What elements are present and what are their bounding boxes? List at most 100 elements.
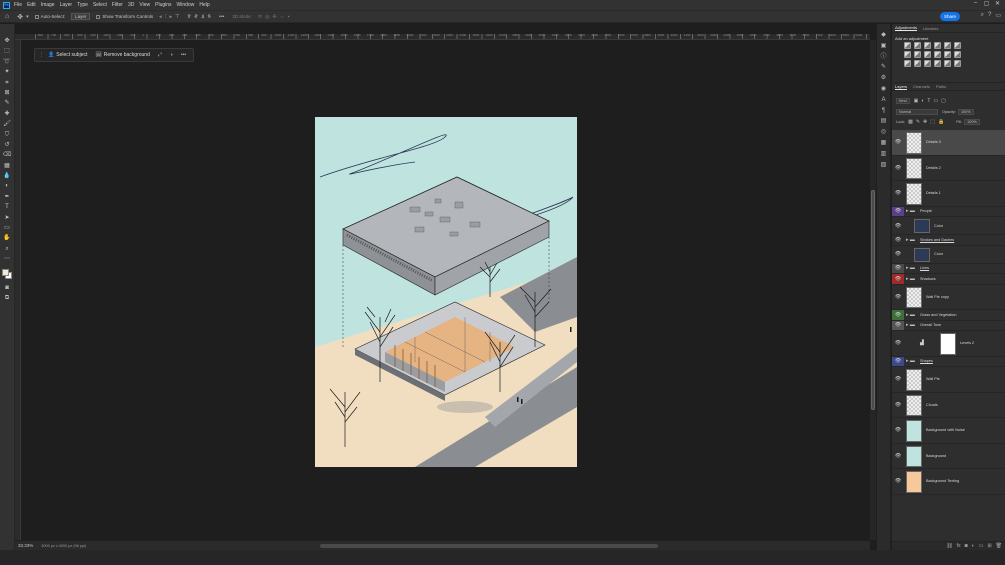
fill-field[interactable]: 100% [964, 118, 980, 125]
drag-3d-icon[interactable]: ✣ [272, 14, 276, 20]
distribute-middle-icon[interactable]: ⥯ [194, 14, 198, 20]
rectangle-tool-icon[interactable]: ▭ [2, 223, 12, 233]
layer-row[interactable]: 👁 Background [892, 444, 1005, 469]
lock-transparent-icon[interactable]: ▩ [908, 119, 913, 125]
visibility-eye-icon[interactable]: 👁 [892, 310, 904, 320]
filter-type-icon[interactable]: T [927, 98, 930, 104]
horizontal-scrollbar[interactable] [320, 544, 658, 548]
levels-icon[interactable] [914, 42, 921, 49]
filter-shape-icon[interactable]: ▭ [933, 98, 938, 104]
visibility-eye-icon[interactable]: 👁 [892, 181, 904, 206]
layer-row[interactable]: 👁 Details 3 [892, 130, 1005, 156]
auto-select-checkbox[interactable] [34, 14, 39, 19]
dodge-tool-icon[interactable]: ◐ [2, 181, 12, 191]
link-layers-icon[interactable]: ⛓ [946, 543, 952, 549]
maximize-icon[interactable]: ▢ [981, 0, 992, 7]
auto-select-dropdown[interactable]: Layer [71, 13, 91, 20]
menu-plugins[interactable]: Plugins [155, 2, 171, 8]
solid-color-icon[interactable] [944, 60, 951, 67]
layer-row[interactable]: 👁 Details 2 [892, 156, 1005, 181]
align-center-icon[interactable]: ⫶ [165, 14, 166, 20]
search-icon[interactable]: ⌕ [981, 12, 984, 19]
quick-mask-icon[interactable]: ◙ [2, 283, 12, 293]
align-top-icon[interactable]: ⊤ [175, 14, 179, 20]
visibility-eye-icon[interactable]: 👁 [892, 331, 904, 356]
filter-smart-icon[interactable]: ▢ [941, 98, 946, 104]
document-canvas[interactable] [315, 117, 577, 467]
slide-3d-icon[interactable]: ⇔ [280, 14, 285, 20]
layer-row[interactable]: 👁 Wall Pie [892, 367, 1005, 393]
type-tool-icon[interactable]: T [2, 202, 12, 212]
layers-comp-icon[interactable]: ▥ [881, 149, 887, 160]
pattern-icon[interactable] [954, 60, 961, 67]
layer-row[interactable]: 👁 ▸ ▬ People [892, 206, 1005, 217]
layer-row[interactable]: 👁 ▸ ▬ Strokes and Dashes [892, 235, 1005, 246]
menu-help[interactable]: Help [199, 2, 209, 8]
menu-filter[interactable]: Filter [112, 2, 123, 8]
add-mask-icon[interactable]: ◙ [965, 543, 968, 549]
layer-row[interactable]: 👁 Background Texting [892, 469, 1005, 495]
swatches-icon[interactable]: ▦ [881, 138, 887, 149]
blur-tool-icon[interactable]: 💧 [2, 171, 12, 181]
bw-icon[interactable] [914, 51, 921, 58]
photo-filter-icon[interactable] [924, 51, 931, 58]
paragraph-icon[interactable]: ¶ [882, 106, 885, 117]
visibility-eye-icon[interactable]: 👁 [892, 320, 904, 330]
visibility-eye-icon[interactable]: 👁 [892, 130, 904, 155]
visibility-eye-icon[interactable]: 👁 [892, 367, 904, 392]
character-icon[interactable]: A [881, 95, 885, 106]
remove-background-button[interactable]: 🖼 Remove background [95, 52, 150, 58]
threshold-icon[interactable] [914, 60, 921, 67]
chevron-down-icon[interactable]: ▾ [26, 14, 29, 20]
visibility-eye-icon[interactable]: 👁 [892, 263, 904, 273]
eyedropper-tool-icon[interactable]: ✎ [2, 98, 12, 108]
menu-select[interactable]: Select [93, 2, 107, 8]
path-selection-tool-icon[interactable]: ➤ [2, 213, 12, 223]
scroll-thumb[interactable] [871, 190, 875, 410]
color-balance-icon[interactable] [904, 51, 911, 58]
layer-row[interactable]: 👁 Wall Pie copy [892, 285, 1005, 310]
glyphs-icon[interactable]: ▤ [881, 116, 887, 127]
layer-row[interactable]: 👁 Color [892, 217, 1005, 235]
clone-stamp-tool-icon[interactable]: ⛉ [2, 130, 12, 140]
delete-layer-icon[interactable]: 🗑 [996, 543, 1002, 549]
curves-icon[interactable] [924, 42, 931, 49]
layer-row[interactable]: 👁 ▸ ▬ Shadows [892, 274, 1005, 285]
crop-tool-icon[interactable]: ⌗ [2, 78, 12, 88]
transform-controls-checkbox[interactable] [96, 14, 101, 19]
distribute-horizontal-icon[interactable]: ⥮ [207, 14, 211, 20]
gradient-map-icon[interactable] [924, 60, 931, 67]
visibility-eye-icon[interactable]: 👁 [892, 217, 904, 234]
info-icon[interactable]: ⓘ [880, 52, 886, 63]
layer-row[interactable]: 👁 Background with Noise [892, 418, 1005, 444]
vertical-scrollbar[interactable] [870, 40, 876, 540]
color-panel-icon[interactable]: ◆ [881, 30, 886, 41]
hand-tool-icon[interactable]: ✋ [2, 233, 12, 243]
visibility-eye-icon[interactable]: 👁 [892, 418, 904, 443]
lock-all-icon[interactable]: 🔒 [938, 119, 944, 125]
visibility-eye-icon[interactable]: 👁 [892, 393, 904, 418]
foreground-color-swatch[interactable] [2, 268, 9, 276]
posterize-icon[interactable] [904, 60, 911, 67]
screen-mode-icon[interactable]: ⧉ [2, 293, 12, 303]
invert-icon[interactable] [954, 51, 961, 58]
tab-paths[interactable]: Paths [936, 84, 946, 89]
move-tool-icon[interactable]: ✥ [2, 36, 12, 46]
lock-pixels-icon[interactable]: ✎ [916, 119, 920, 125]
lasso-tool-icon[interactable]: ➰ [2, 57, 12, 67]
visibility-eye-icon[interactable]: 👁 [892, 285, 904, 310]
minimize-icon[interactable]: – [970, 0, 981, 7]
zoom-tool-icon[interactable]: ⌕ [2, 244, 12, 254]
exposure-icon[interactable] [934, 42, 941, 49]
move-tool-icon[interactable]: ✥ [17, 13, 23, 21]
brush-tool-icon[interactable]: 🖌 [2, 119, 12, 129]
layer-row[interactable]: 👁 ▸ ▬ Lines [892, 263, 1005, 274]
blend-mode-dropdown[interactable]: Normal [896, 108, 938, 115]
lock-position-icon[interactable]: ✥ [923, 119, 927, 125]
brush-settings-icon[interactable]: ✎ [881, 62, 886, 73]
channels-icon[interactable]: ◎ [881, 127, 886, 138]
history-brush-tool-icon[interactable]: ↺ [2, 140, 12, 150]
folder-icon[interactable]: ▸ ▬ [906, 208, 915, 214]
folder-icon[interactable]: ▸ ▬ [906, 322, 915, 328]
workspace-icon[interactable]: ▭ [995, 12, 1001, 19]
